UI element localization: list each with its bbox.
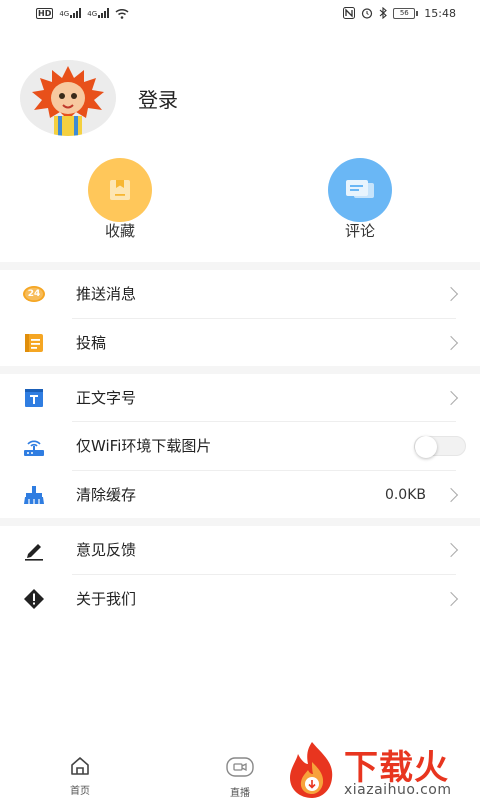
menu-item-font-size[interactable]: 正文字号 bbox=[0, 373, 480, 422]
menu-item-clear-cache[interactable]: 清除缓存 0.0KB bbox=[0, 470, 480, 519]
avatar[interactable] bbox=[20, 60, 116, 136]
tab-home[interactable]: 首页 bbox=[50, 756, 110, 797]
battery-icon: 56 bbox=[393, 7, 419, 19]
flame-logo-icon bbox=[290, 742, 333, 798]
signal-sim2: 4G bbox=[87, 8, 110, 18]
chevron-right-icon bbox=[443, 487, 459, 502]
menu-item-label: 仅WiFi环境下载图片 bbox=[76, 437, 212, 455]
tab-label: 直播 bbox=[230, 788, 250, 799]
tab-live[interactable]: 直播 bbox=[210, 756, 270, 799]
status-left: HD 4G 4G bbox=[36, 7, 129, 19]
wifi-images-toggle[interactable] bbox=[414, 435, 466, 458]
chevron-right-icon bbox=[443, 542, 459, 557]
signal-bars-icon bbox=[98, 8, 110, 18]
video-camera-icon bbox=[226, 757, 254, 777]
lion-mascot-icon bbox=[20, 60, 116, 136]
push-badge-count: 24 bbox=[27, 288, 41, 299]
menu-item-label: 清除缓存 bbox=[76, 486, 137, 504]
bluetooth-icon bbox=[379, 7, 388, 19]
alarm-icon bbox=[362, 8, 373, 19]
comments-button[interactable] bbox=[328, 158, 392, 222]
router-icon bbox=[22, 434, 46, 458]
comments-label[interactable]: 评论 bbox=[300, 220, 420, 241]
clock: 15:48 bbox=[424, 6, 456, 20]
chevron-right-icon bbox=[443, 591, 459, 606]
document-icon bbox=[22, 331, 46, 355]
text-size-icon bbox=[22, 386, 46, 410]
menu-item-contribute[interactable]: 投稿 bbox=[0, 318, 480, 367]
home-icon bbox=[71, 757, 89, 775]
toggle-knob bbox=[415, 435, 437, 458]
network-type-label: 4G bbox=[87, 10, 98, 18]
battery-level: 56 bbox=[393, 7, 416, 19]
wifi-icon bbox=[115, 8, 129, 19]
info-diamond-icon bbox=[22, 587, 46, 611]
broom-icon bbox=[22, 483, 46, 507]
hd-indicator: HD bbox=[36, 7, 54, 19]
menu-item-feedback[interactable]: 意见反馈 bbox=[0, 525, 480, 574]
menu-item-wifi-images: 仅WiFi环境下载图片 bbox=[0, 421, 480, 470]
chevron-right-icon bbox=[443, 335, 459, 350]
login-link[interactable]: 登录 bbox=[138, 84, 178, 113]
menu-item-label: 关于我们 bbox=[76, 590, 137, 608]
pencil-icon bbox=[22, 538, 46, 562]
menu-item-label: 投稿 bbox=[76, 334, 107, 352]
bookmark-box-icon bbox=[110, 180, 130, 200]
profile-header[interactable]: 登录 bbox=[20, 60, 178, 136]
chevron-right-icon bbox=[443, 286, 459, 301]
comment-bubble-icon bbox=[346, 180, 374, 198]
nfc-icon bbox=[343, 7, 356, 19]
cache-size-value: 0.0KB bbox=[384, 486, 426, 503]
push-badge-icon: 24 bbox=[22, 282, 46, 306]
chevron-right-icon bbox=[443, 390, 459, 405]
signal-sim1: 4G bbox=[59, 8, 82, 18]
status-right: 56 15:48 bbox=[343, 7, 456, 20]
watermark-url: xiazaihuo.com bbox=[344, 782, 452, 798]
menu-item-label: 推送消息 bbox=[76, 285, 137, 303]
menu-item-push[interactable]: 24 推送消息 bbox=[0, 269, 480, 318]
network-type-label: 4G bbox=[59, 10, 70, 18]
menu-item-label: 正文字号 bbox=[76, 389, 137, 407]
status-bar: HD 4G 4G 56 15:48 bbox=[0, 0, 480, 26]
favorites-button[interactable] bbox=[88, 158, 152, 222]
watermark: 下载火 xiazaihuo.com bbox=[282, 740, 480, 800]
menu-item-label: 意见反馈 bbox=[76, 541, 137, 559]
favorites-label[interactable]: 收藏 bbox=[60, 220, 180, 241]
tab-label: 首页 bbox=[70, 786, 90, 797]
signal-bars-icon bbox=[70, 8, 82, 18]
menu-item-about[interactable]: 关于我们 bbox=[0, 574, 480, 623]
